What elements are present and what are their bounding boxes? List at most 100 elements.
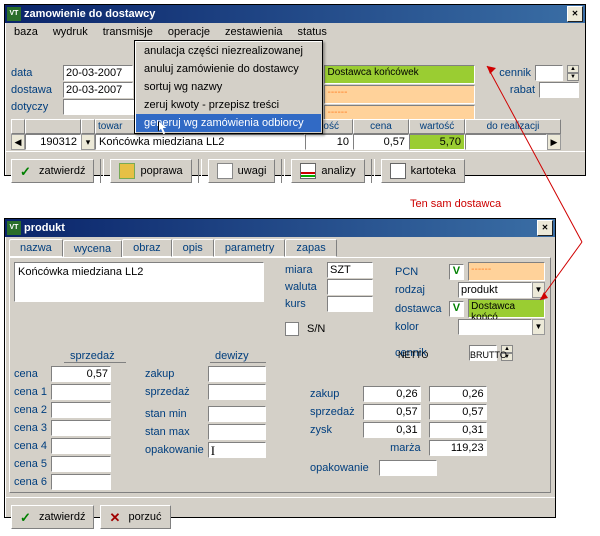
tab-wycena[interactable]: wycena bbox=[63, 240, 122, 258]
menu-zestawienia[interactable]: zestawienia bbox=[218, 24, 289, 40]
menuitem-generuj[interactable]: generuj wg zamówienia odbiorcy bbox=[136, 114, 321, 132]
val-pcn[interactable]: ------ bbox=[468, 262, 545, 281]
lbl-dotyczy: dotyczy bbox=[11, 101, 59, 113]
app-icon: VT bbox=[7, 7, 21, 21]
lbl-rabat: rabat bbox=[510, 84, 535, 96]
input-cennik[interactable] bbox=[535, 65, 563, 81]
input-dostawa[interactable] bbox=[63, 82, 133, 98]
hdr-sprzedaz: sprzedaż bbox=[70, 350, 115, 362]
close-button-order[interactable]: ✕ bbox=[567, 6, 583, 22]
input-data[interactable] bbox=[63, 65, 133, 81]
inp-cena1[interactable] bbox=[51, 384, 111, 400]
lbl-kurs: kurs bbox=[285, 298, 323, 310]
menu-transmisje[interactable]: transmisje bbox=[96, 24, 160, 40]
inp-cena2[interactable] bbox=[51, 402, 111, 418]
lbl-dostawa: dostawa bbox=[11, 84, 59, 96]
spin-down-cennik[interactable]: ▼ bbox=[567, 73, 579, 81]
lbl-pcn: PCN bbox=[395, 266, 445, 278]
window-product: VT produkt ✕ nazwa wycena obraz opis par… bbox=[4, 218, 556, 518]
menuitem-zeruj[interactable]: zeruj kwoty - przepisz treści bbox=[136, 96, 321, 114]
btn-analizy[interactable]: analizy bbox=[291, 159, 364, 183]
menu-baza[interactable]: baza bbox=[7, 24, 45, 40]
combo-kolor-arrow[interactable]: ▼ bbox=[532, 319, 545, 335]
menu-status[interactable]: status bbox=[291, 24, 334, 40]
inp-zysk-b[interactable] bbox=[429, 422, 487, 438]
lbl-opakowanie2: opakowanie bbox=[310, 462, 369, 474]
td-cena[interactable]: 0,57 bbox=[353, 134, 409, 150]
spin-up-cennik[interactable]: ▲ bbox=[567, 65, 579, 73]
inp-cena[interactable] bbox=[51, 366, 111, 382]
val-dostawca[interactable]: Dostawca końcó bbox=[468, 299, 545, 318]
td-name[interactable]: Końcówka miedziana LL2 bbox=[95, 134, 305, 150]
hdr-dewizy: dewizy bbox=[215, 350, 249, 362]
lbl-kolor: kolor bbox=[395, 321, 438, 333]
td-ilosc[interactable]: 10 bbox=[305, 134, 353, 150]
lbl-sprzedaz-m: sprzedaż bbox=[145, 386, 204, 398]
combo-kolor[interactable] bbox=[458, 319, 532, 335]
menu-wydruk[interactable]: wydruk bbox=[46, 24, 95, 40]
inp-zakup-n[interactable] bbox=[363, 386, 421, 402]
check-pcn[interactable]: V bbox=[449, 264, 464, 280]
td-code[interactable]: 190312 bbox=[25, 134, 81, 150]
lbl-cena: cena bbox=[14, 368, 47, 380]
inp-sprzedaz-m[interactable] bbox=[208, 384, 266, 400]
input-rabat[interactable] bbox=[539, 82, 579, 98]
check-icon: ✓ bbox=[20, 164, 34, 178]
btn-zatwierdz-order[interactable]: ✓ zatwierdź bbox=[11, 159, 94, 183]
btn-porzuc[interactable]: ✕ porzuć bbox=[100, 505, 170, 529]
tab-nazwa[interactable]: nazwa bbox=[9, 239, 63, 257]
menuitem-anulacja[interactable]: anulacja części niezrealizowanej bbox=[136, 42, 321, 60]
inp-cena3[interactable] bbox=[51, 420, 111, 436]
titlebar-order: VT zamowienie do dostawcy ✕ bbox=[5, 5, 585, 23]
inp-stanmin[interactable] bbox=[208, 406, 266, 422]
lbl-sn: S/N bbox=[307, 323, 325, 335]
inp-zakup-m[interactable] bbox=[208, 366, 266, 382]
chart-icon bbox=[300, 163, 316, 179]
row-left[interactable]: ◀ bbox=[11, 134, 25, 150]
checkbox-sn[interactable] bbox=[285, 322, 299, 336]
btn-zatwierdz-product[interactable]: ✓ zatwierdź bbox=[11, 505, 94, 529]
menu-operacje[interactable]: operacje bbox=[161, 24, 217, 40]
inp-zysk-n[interactable] bbox=[363, 422, 421, 438]
lbl-dostawca: dostawca bbox=[395, 303, 445, 315]
input-miara[interactable] bbox=[327, 262, 373, 278]
supplier-2[interactable]: ------ bbox=[324, 85, 475, 104]
annotation-text: Ten sam dostawca bbox=[410, 198, 501, 210]
btn-uwagi[interactable]: uwagi bbox=[208, 159, 276, 183]
inp-opakowanie2[interactable] bbox=[379, 460, 437, 476]
row-pick[interactable]: ▾ bbox=[81, 134, 95, 150]
td-real[interactable] bbox=[465, 134, 547, 150]
lbl-cena6: cena 6 bbox=[14, 476, 47, 488]
btn-kartoteka[interactable]: kartoteka bbox=[381, 159, 465, 183]
lbl-zakup-m: zakup bbox=[145, 368, 204, 380]
tab-parametry[interactable]: parametry bbox=[214, 239, 286, 257]
inp-stanmax[interactable] bbox=[208, 424, 266, 440]
check-dostawca[interactable]: V bbox=[449, 301, 464, 317]
inp-cena6[interactable] bbox=[51, 474, 111, 490]
combo-rodzaj[interactable] bbox=[458, 282, 532, 298]
input-kurs[interactable] bbox=[327, 296, 373, 312]
tab-zapas[interactable]: zapas bbox=[285, 239, 336, 257]
combo-rodzaj-arrow[interactable]: ▼ bbox=[532, 282, 545, 298]
btn-poprawa[interactable]: poprawa bbox=[110, 159, 191, 183]
tab-opis[interactable]: opis bbox=[172, 239, 214, 257]
inp-sprzedaz-b[interactable] bbox=[429, 404, 487, 420]
inp-marza[interactable] bbox=[429, 440, 487, 456]
inp-sprzedaz-n[interactable] bbox=[363, 404, 421, 420]
close-button-product[interactable]: ✕ bbox=[537, 220, 553, 236]
input-waluta[interactable] bbox=[327, 279, 373, 295]
menuitem-anuluj[interactable]: anuluj zamówienie do dostawcy bbox=[136, 60, 321, 78]
tab-obraz[interactable]: obraz bbox=[122, 239, 172, 257]
hdr-netto: NETTO bbox=[398, 350, 428, 360]
folder-icon bbox=[119, 163, 135, 179]
app-icon-2: VT bbox=[7, 221, 21, 235]
row-right[interactable]: ▶ bbox=[547, 134, 561, 150]
inp-zakup-b[interactable] bbox=[429, 386, 487, 402]
inp-cena4[interactable] bbox=[51, 438, 111, 454]
supplier-1[interactable]: Dostawca końcówek bbox=[324, 65, 475, 84]
inp-opakowanie[interactable] bbox=[208, 442, 266, 458]
hdr-brutto: BRUTTO bbox=[470, 350, 507, 360]
title-order: zamowienie do dostawcy bbox=[24, 8, 155, 20]
menuitem-sortuj[interactable]: sortuj wg nazwy bbox=[136, 78, 321, 96]
inp-cena5[interactable] bbox=[51, 456, 111, 472]
